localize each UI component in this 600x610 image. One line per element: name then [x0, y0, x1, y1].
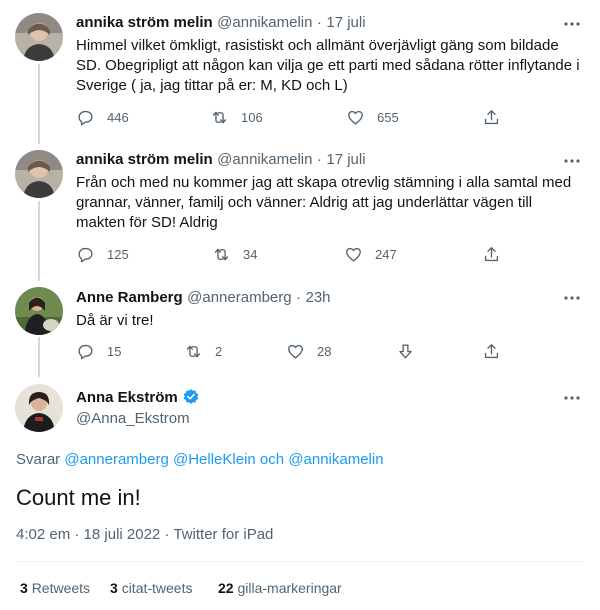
likes-count: 22	[218, 580, 234, 596]
retweet-button[interactable]: 2	[184, 342, 222, 361]
like-button[interactable]: 28	[286, 342, 331, 361]
reply-count: 125	[107, 247, 129, 262]
mention-helleklein[interactable]: @HelleKlein	[173, 451, 256, 468]
reply-icon	[78, 344, 93, 360]
tweet-date[interactable]: 18 juli 2022	[84, 526, 161, 543]
more-icon[interactable]	[562, 14, 582, 34]
retweet-count: 34	[243, 247, 258, 262]
more-icon[interactable]	[562, 288, 582, 308]
reply-icon	[78, 247, 93, 263]
share-button[interactable]	[482, 245, 501, 264]
verified-icon	[182, 388, 200, 406]
tweet-source[interactable]: Twitter for iPad	[173, 526, 273, 543]
reply-count: 15	[107, 344, 122, 359]
thread-line-3	[38, 337, 40, 377]
like-icon	[348, 110, 363, 125]
thread-line-1	[38, 64, 40, 144]
retweet-icon	[186, 345, 201, 358]
avatar[interactable]	[15, 384, 63, 432]
avatar[interactable]	[15, 287, 63, 335]
like-button[interactable]: 655	[346, 108, 399, 127]
like-button[interactable]: 247	[344, 245, 397, 264]
retweets-count: 3	[20, 580, 28, 596]
reply-count: 446	[107, 110, 129, 125]
replying-and[interactable]: och	[260, 451, 284, 468]
share-icon	[484, 344, 499, 359]
reply-button[interactable]: 15	[76, 342, 121, 361]
replying-to: Svarar @anneramberg @HelleKlein och @ann…	[16, 451, 384, 468]
tweet-text: Då är vi tre!	[76, 312, 154, 329]
retweets-label: Retweets	[31, 580, 91, 596]
tweet-header: Anne Ramberg @anneramberg · 23h	[76, 289, 331, 307]
avatar[interactable]	[15, 13, 63, 61]
retweet-button[interactable]: 106	[210, 108, 263, 127]
more-icon[interactable]	[562, 151, 582, 171]
retweet-icon	[214, 248, 229, 261]
reply-icon	[78, 110, 93, 126]
author-handle[interactable]: @anneramberg	[187, 289, 291, 306]
author-name[interactable]: Anne Ramberg	[76, 289, 183, 306]
separator: ·	[316, 14, 322, 31]
author-name[interactable]: annika ström melin	[76, 151, 213, 168]
author-handle[interactable]: @Anna_Ekstrom	[76, 410, 190, 427]
like-icon	[346, 247, 361, 262]
author-name-row: Anna Ekström	[76, 388, 200, 406]
like-count: 28	[317, 344, 332, 359]
author-handle[interactable]: @annikamelin	[217, 14, 312, 31]
share-icon	[484, 110, 499, 125]
separator: ·	[316, 151, 322, 168]
divider	[16, 561, 584, 562]
thread-line-2	[38, 201, 40, 281]
retweet-count: 2	[215, 344, 223, 359]
dislike-icon	[399, 344, 412, 359]
tweet-date[interactable]: 17 juli	[326, 151, 365, 168]
share-button[interactable]	[482, 342, 501, 361]
reply-button[interactable]: 446	[76, 108, 129, 127]
tweet-header: annika ström melin @annikamelin · 17 jul…	[76, 151, 366, 169]
retweet-icon	[212, 111, 227, 124]
tweet-time[interactable]: 4:02 em	[16, 526, 70, 543]
separator: ·	[74, 526, 80, 543]
like-count: 655	[377, 110, 399, 125]
retweet-button[interactable]: 34	[212, 245, 257, 264]
tweet-header: annika ström melin @annikamelin · 17 jul…	[76, 14, 366, 32]
like-icon	[288, 344, 303, 359]
author-name[interactable]: annika ström melin	[76, 14, 213, 31]
tweet-text: Från och med nu kommer jag att skapa otr…	[76, 174, 572, 231]
retweet-count: 106	[241, 110, 263, 125]
tweet-text: Himmel vilket ömkligt, rasistiskt och al…	[76, 37, 580, 94]
like-count: 247	[375, 247, 397, 262]
replying-prefix: Svarar	[16, 451, 61, 468]
quotes-count: 3	[110, 580, 118, 596]
tweet-meta: 4:02 em · 18 juli 2022 · Twitter for iPa…	[16, 526, 273, 543]
likes-label: gilla-markeringar	[237, 580, 342, 596]
main-tweet-text: Count me in!	[16, 485, 141, 510]
mention-anneramberg[interactable]: @anneramberg	[64, 451, 168, 468]
retweets-stat[interactable]: 3 Retweets	[20, 580, 90, 596]
quotes-stat[interactable]: 3 citat-tweets	[110, 580, 193, 596]
more-icon[interactable]	[562, 388, 582, 408]
author-handle[interactable]: @annikamelin	[217, 151, 312, 168]
author-name[interactable]: Anna Ekström	[76, 389, 178, 406]
tweet-date[interactable]: 17 juli	[326, 14, 365, 31]
mention-annikamelin[interactable]: @annikamelin	[288, 451, 383, 468]
quotes-label: citat-tweets	[121, 580, 193, 596]
avatar[interactable]	[15, 150, 63, 198]
share-icon	[484, 247, 499, 262]
likes-stat[interactable]: 22 gilla-markeringar	[218, 580, 342, 596]
separator: ·	[164, 526, 170, 543]
reply-button[interactable]: 125	[76, 245, 129, 264]
dislike-button[interactable]	[396, 342, 415, 361]
separator: ·	[296, 289, 302, 306]
tweet-date[interactable]: 23h	[306, 289, 331, 306]
share-button[interactable]	[482, 108, 501, 127]
